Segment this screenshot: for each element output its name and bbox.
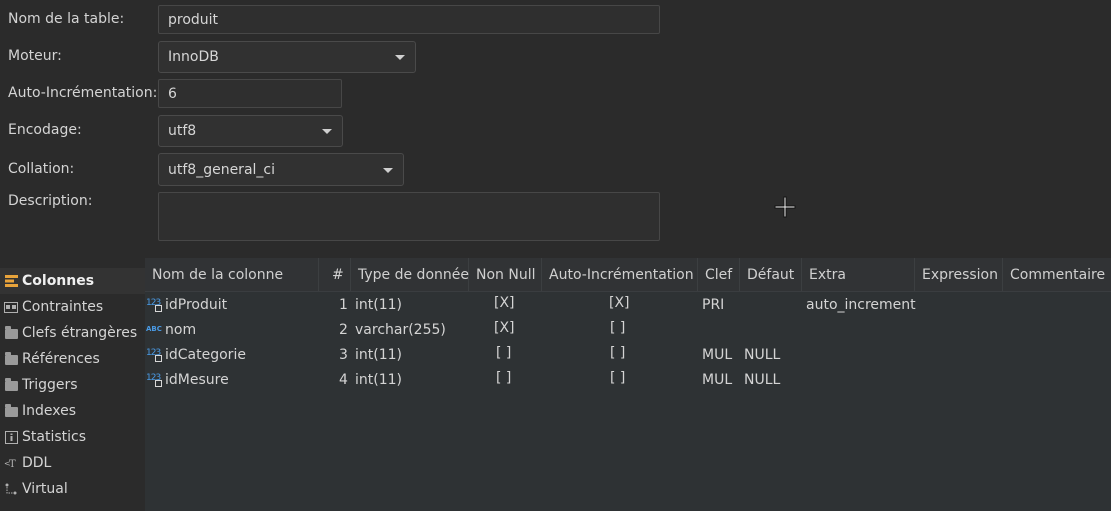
chevron-down-icon xyxy=(322,129,332,134)
extra-cell[interactable]: auto_increment xyxy=(806,292,916,317)
tab-clefs-etrangeres[interactable]: Clefs étrangères xyxy=(0,320,145,346)
column-header-expression[interactable]: Expression xyxy=(915,258,1003,291)
key-cell[interactable]: MUL xyxy=(702,367,732,392)
column-header-not-null[interactable]: Non Null xyxy=(469,258,542,291)
editor-tabs: Colonnes Contraintes Clefs étrangères Ré… xyxy=(0,268,145,511)
column-header-number[interactable]: # xyxy=(319,258,351,291)
collation-select[interactable]: utf8_general_ci xyxy=(158,153,404,186)
encoding-label: Encodage: xyxy=(8,122,82,138)
column-name-cell[interactable]: idCategorie xyxy=(165,342,246,367)
table-row[interactable]: ABC nom 2 varchar(255) [X] [ ] xyxy=(145,317,1111,342)
svg-text:T: T xyxy=(9,459,16,469)
column-header-extra[interactable]: Extra xyxy=(802,258,915,291)
collation-select-value: utf8_general_ci xyxy=(168,161,275,178)
auto-increment-checkbox[interactable]: [ ] xyxy=(610,365,625,390)
engine-select-value: InnoDB xyxy=(168,49,219,65)
auto-increment-input[interactable]: 6 xyxy=(158,79,342,108)
folder-icon xyxy=(4,404,18,418)
not-null-checkbox[interactable]: [X] xyxy=(494,290,515,315)
table-row[interactable]: 123 idCategorie 3 int(11) [ ] [ ] MUL NU… xyxy=(145,342,1111,367)
tab-label: DDL xyxy=(22,455,52,471)
numeric-key-icon: 123 xyxy=(146,367,164,392)
virtual-icon xyxy=(4,482,18,496)
key-cell[interactable]: MUL xyxy=(702,342,732,367)
tab-references[interactable]: Références xyxy=(0,346,145,372)
data-type-cell[interactable]: int(11) xyxy=(355,342,402,367)
key-cell[interactable]: PRI xyxy=(702,292,724,317)
default-cell[interactable]: NULL xyxy=(744,367,780,392)
description-label: Description: xyxy=(8,193,93,209)
chevron-down-icon xyxy=(395,55,405,60)
table-row[interactable]: 123 idMesure 4 int(11) [ ] [ ] MUL NULL xyxy=(145,367,1111,392)
folder-icon xyxy=(4,378,18,392)
column-number-cell: 3 xyxy=(339,346,348,363)
tab-label: Statistics xyxy=(22,429,86,445)
column-number-cell: 2 xyxy=(339,321,348,338)
text-icon: ABC xyxy=(146,324,162,333)
column-number-cell: 1 xyxy=(339,296,348,313)
columns-table: Nom de la colonne # Type de donnée Non N… xyxy=(145,258,1111,511)
auto-increment-checkbox[interactable]: [ ] xyxy=(610,315,625,340)
table-header: Nom de la colonne # Type de donnée Non N… xyxy=(145,258,1111,292)
table-name-label: Nom de la table: xyxy=(8,11,125,27)
tab-indexes[interactable]: Indexes xyxy=(0,398,145,424)
encoding-select[interactable]: utf8 xyxy=(158,115,343,147)
engine-label: Moteur: xyxy=(8,48,62,64)
tab-label: Indexes xyxy=(22,403,77,419)
description-textarea[interactable] xyxy=(158,192,660,241)
column-header-auto-increment[interactable]: Auto-Incrémentation xyxy=(542,258,698,291)
column-header-comment[interactable]: Commentaire xyxy=(1003,258,1111,291)
tab-colonnes[interactable]: Colonnes xyxy=(0,268,145,294)
data-type-cell[interactable]: int(11) xyxy=(355,367,402,392)
info-icon xyxy=(4,430,18,444)
auto-increment-checkbox[interactable]: [X] xyxy=(609,290,630,315)
crosshair-cursor-icon xyxy=(774,196,796,218)
folder-icon xyxy=(4,352,18,366)
default-cell[interactable]: NULL xyxy=(744,342,780,367)
column-header-default[interactable]: Défaut xyxy=(740,258,802,291)
table-name-input[interactable]: produit xyxy=(158,5,660,34)
table-row[interactable]: 123 idProduit 1 int(11) [X] [X] PRI auto… xyxy=(145,292,1111,317)
tab-label: Contraintes xyxy=(22,299,104,315)
column-number-cell: 4 xyxy=(339,371,348,388)
auto-increment-label: Auto-Incrémentation: xyxy=(8,85,158,101)
auto-increment-checkbox[interactable]: [ ] xyxy=(610,340,625,365)
column-name-cell[interactable]: nom xyxy=(165,317,196,342)
tab-statistics[interactable]: Statistics xyxy=(0,424,145,450)
chevron-down-icon xyxy=(383,167,393,173)
columns-icon xyxy=(4,274,18,288)
tab-label: Virtual xyxy=(22,481,68,497)
numeric-key-icon: 123 xyxy=(146,342,164,367)
column-name-cell[interactable]: idProduit xyxy=(165,292,227,317)
tab-triggers[interactable]: Triggers xyxy=(0,372,145,398)
folder-icon xyxy=(4,326,18,340)
tab-contraintes[interactable]: Contraintes xyxy=(0,294,145,320)
tab-label: Colonnes xyxy=(22,273,95,289)
tab-virtual[interactable]: Virtual xyxy=(0,476,145,502)
tab-label: Références xyxy=(22,351,100,367)
ddl-icon: < T xyxy=(4,456,18,470)
not-null-checkbox[interactable]: [ ] xyxy=(496,340,511,365)
column-name-cell[interactable]: idMesure xyxy=(165,367,229,392)
column-header-name[interactable]: Nom de la colonne xyxy=(145,258,319,291)
not-null-checkbox[interactable]: [X] xyxy=(494,315,515,340)
collation-label: Collation: xyxy=(8,161,75,177)
encoding-select-value: utf8 xyxy=(168,123,197,139)
data-type-cell[interactable]: int(11) xyxy=(355,292,402,317)
not-null-checkbox[interactable]: [ ] xyxy=(496,365,511,390)
engine-select[interactable]: InnoDB xyxy=(158,41,416,73)
column-header-key[interactable]: Clef xyxy=(698,258,740,291)
data-type-cell[interactable]: varchar(255) xyxy=(355,317,446,342)
tab-ddl[interactable]: < T DDL xyxy=(0,450,145,476)
column-header-type[interactable]: Type de donnée xyxy=(351,258,469,291)
tab-label: Clefs étrangères xyxy=(22,325,138,341)
tab-label: Triggers xyxy=(22,377,78,393)
numeric-key-icon: 123 xyxy=(146,292,164,317)
constraints-icon xyxy=(4,300,18,314)
